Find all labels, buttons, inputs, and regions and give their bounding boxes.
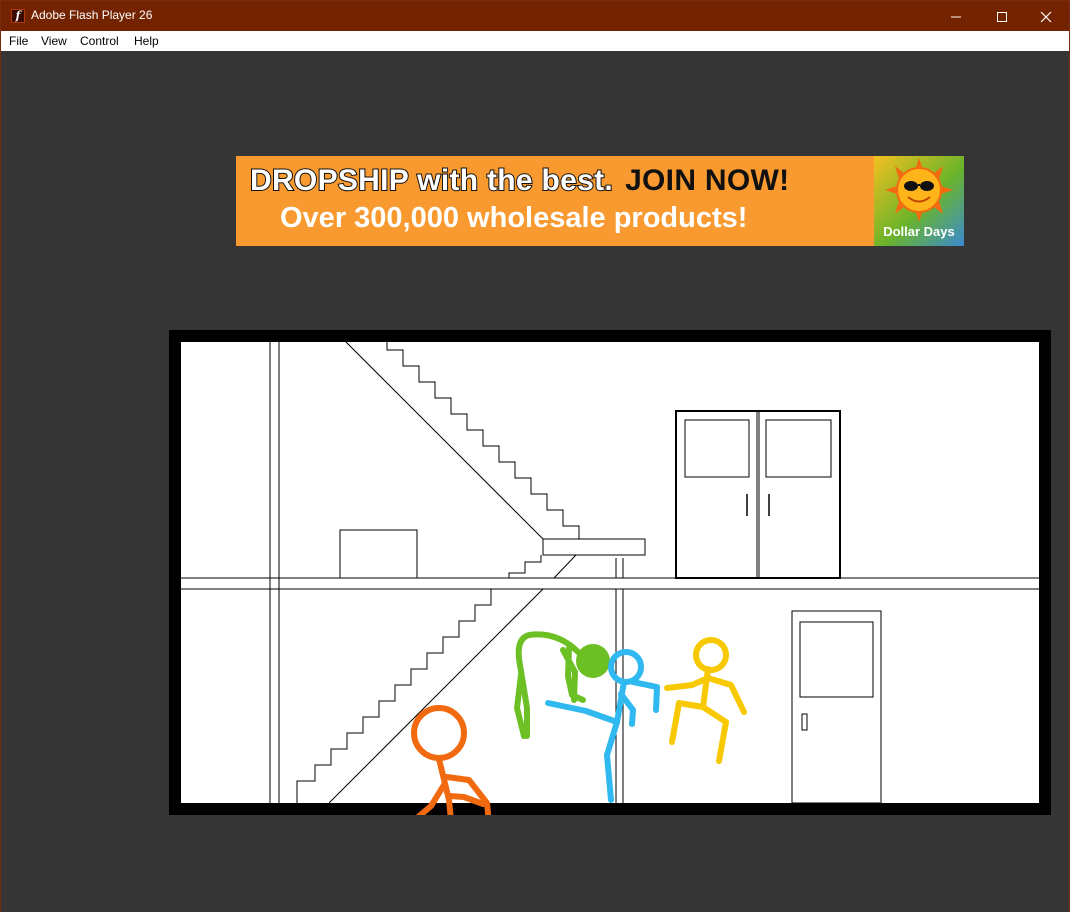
banner-join-now: JOIN NOW! bbox=[625, 164, 790, 197]
maximize-button[interactable] bbox=[979, 1, 1025, 31]
title-bar[interactable]: f Adobe Flash Player 26 bbox=[1, 1, 1069, 31]
banner-headline-white: DROPSHIP with the best. bbox=[249, 163, 614, 198]
menu-help[interactable]: Help bbox=[134, 34, 159, 48]
window-title: Adobe Flash Player 26 bbox=[31, 8, 153, 22]
ad-banner[interactable]: DROPSHIP with the best. JOIN NOW! Over 30… bbox=[236, 156, 964, 246]
close-icon bbox=[1040, 11, 1052, 22]
banner-subline: Over 300,000 wholesale products! bbox=[280, 202, 748, 234]
double-door bbox=[675, 410, 841, 579]
scene-background bbox=[181, 342, 1039, 803]
single-door bbox=[791, 610, 882, 804]
flash-app-icon: f bbox=[11, 9, 25, 23]
dollar-days-logo[interactable]: Dollar Days bbox=[874, 156, 964, 246]
menu-view[interactable]: View bbox=[41, 34, 67, 48]
minimize-button[interactable] bbox=[933, 1, 979, 31]
close-button[interactable] bbox=[1023, 1, 1069, 31]
menu-file[interactable]: File bbox=[9, 34, 28, 48]
crate-box bbox=[339, 529, 418, 579]
menu-bar: File View Control Help bbox=[1, 31, 1069, 51]
sun-sunglasses-icon bbox=[885, 158, 953, 222]
maximize-icon bbox=[997, 11, 1007, 22]
minimize-icon bbox=[951, 16, 961, 17]
flash-player-window: f Adobe Flash Player 26 File View Contro… bbox=[0, 0, 1070, 912]
animation-scene[interactable] bbox=[169, 330, 1051, 815]
menu-control[interactable]: Control bbox=[80, 34, 119, 48]
banner-headline: DROPSHIP with the best. JOIN NOW! bbox=[249, 163, 790, 198]
dollar-days-label: Dollar Days bbox=[883, 224, 955, 239]
